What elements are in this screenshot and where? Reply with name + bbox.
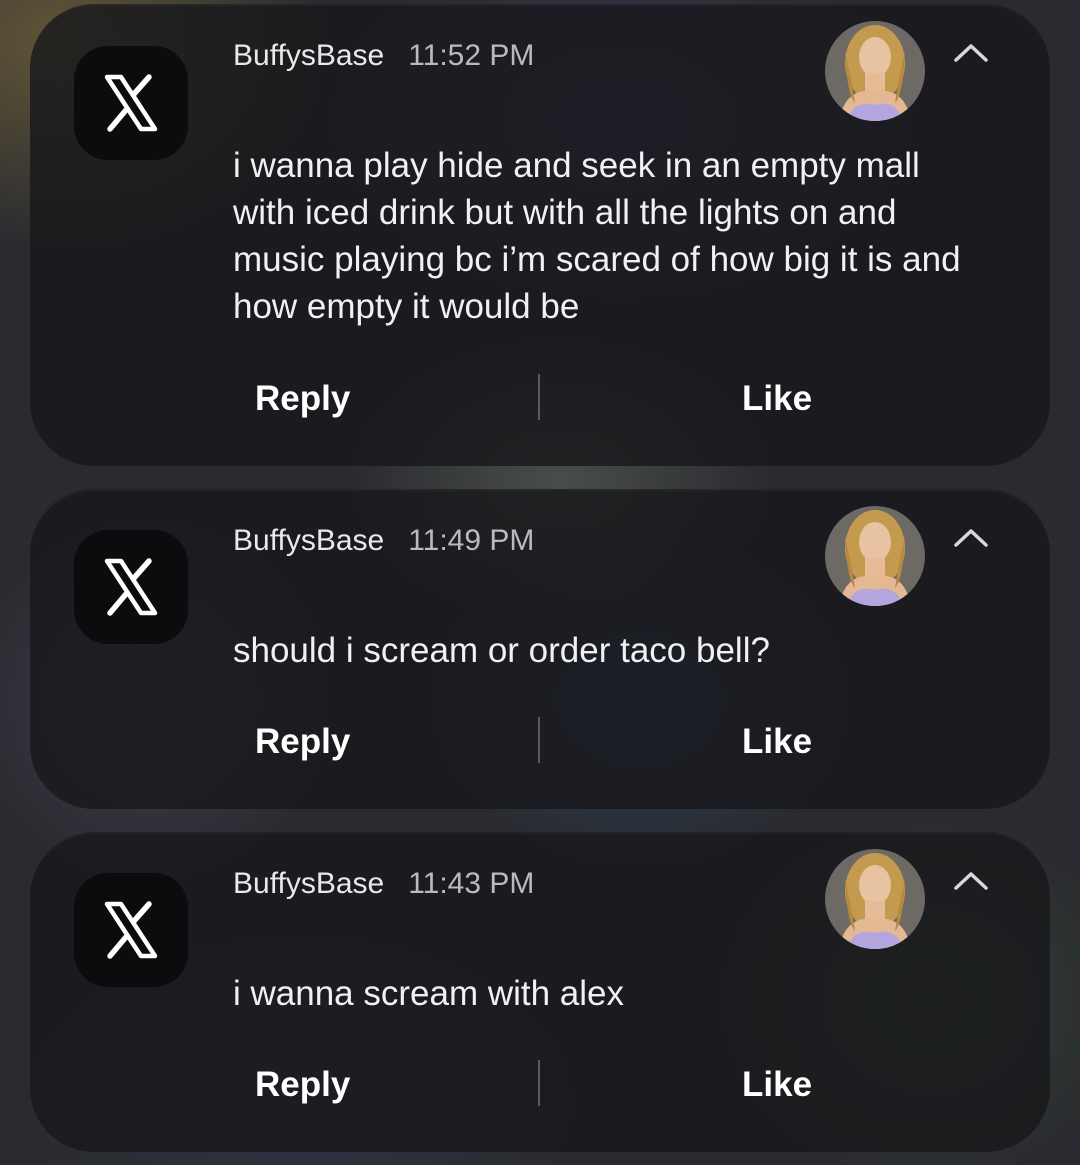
like-button[interactable]: Like [742, 1060, 812, 1110]
timestamp: 11:43 PM [408, 867, 535, 900]
notification-header: BuffysBase 11:43 PM [233, 864, 534, 904]
notification-message: i wanna scream with alex [233, 974, 624, 1013]
sender-name: BuffysBase [233, 867, 385, 900]
timestamp: 11:49 PM [408, 524, 535, 557]
sender-name: BuffysBase [233, 524, 385, 557]
notification-actions: Reply Like [30, 374, 1050, 424]
action-divider [538, 717, 540, 763]
avatar [825, 21, 925, 121]
avatar [825, 506, 925, 606]
timestamp: 11:52 PM [408, 39, 535, 72]
avatar [825, 849, 925, 949]
x-logo-icon [74, 873, 188, 987]
like-button[interactable]: Like [742, 374, 812, 424]
notification-message: i wanna play hide and seek in an empty m… [233, 146, 961, 326]
reply-button[interactable]: Reply [255, 1060, 350, 1110]
action-divider [538, 1060, 540, 1106]
chevron-up-icon[interactable] [950, 38, 992, 68]
chevron-up-icon[interactable] [950, 523, 992, 553]
notification-card[interactable]: BuffysBase 11:52 PM i wanna play hide an… [30, 4, 1050, 466]
notification-card[interactable]: BuffysBase 11:49 PM should i scream or o… [30, 489, 1050, 809]
notification-message: should i scream or order taco bell? [233, 631, 770, 670]
chevron-up-icon[interactable] [950, 866, 992, 896]
action-divider [538, 374, 540, 420]
notification-actions: Reply Like [30, 717, 1050, 767]
sender-name: BuffysBase [233, 39, 385, 72]
notification-header: BuffysBase 11:52 PM [233, 36, 534, 76]
like-button[interactable]: Like [742, 717, 812, 767]
notification-card[interactable]: BuffysBase 11:43 PM i wanna scream with … [30, 832, 1050, 1152]
x-logo-icon [74, 46, 188, 160]
notification-actions: Reply Like [30, 1060, 1050, 1110]
reply-button[interactable]: Reply [255, 717, 350, 767]
x-logo-icon [74, 530, 188, 644]
reply-button[interactable]: Reply [255, 374, 350, 424]
notification-header: BuffysBase 11:49 PM [233, 521, 534, 561]
